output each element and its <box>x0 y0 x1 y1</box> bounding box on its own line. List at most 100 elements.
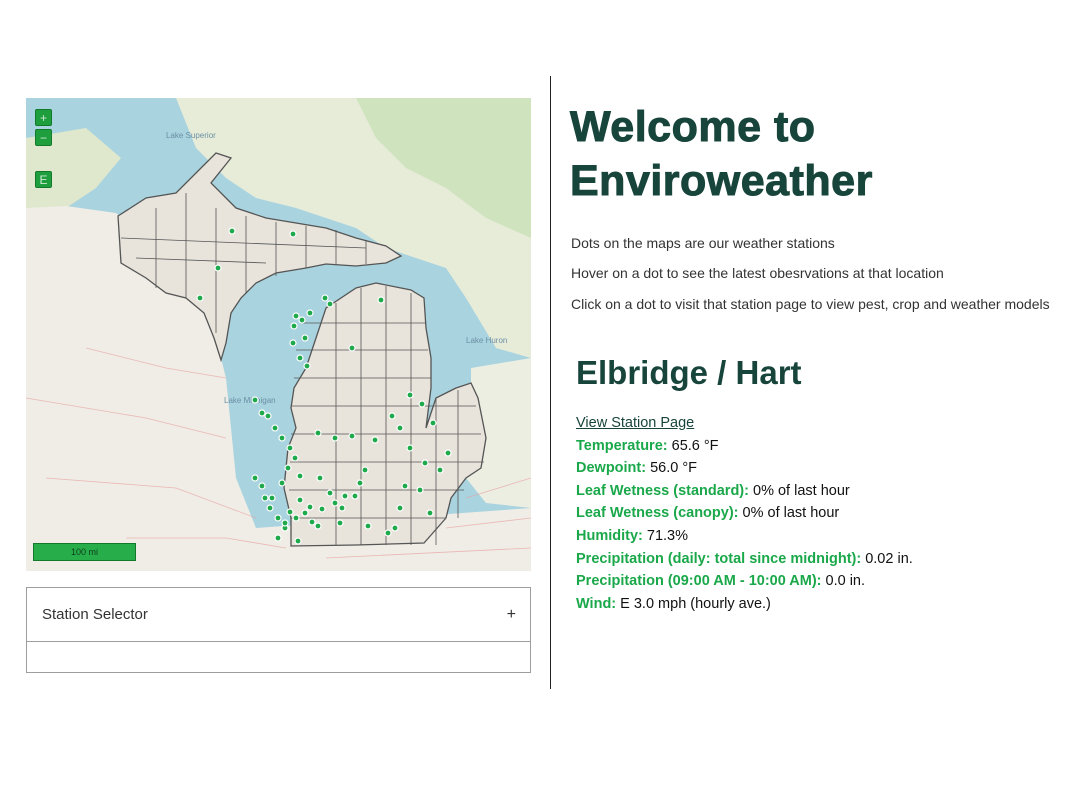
station-dot[interactable] <box>290 322 298 330</box>
station-dot[interactable] <box>228 227 236 235</box>
station-dot[interactable] <box>421 459 429 467</box>
obs-humidity: Humidity: 71.3% <box>576 527 689 544</box>
station-dot[interactable] <box>418 400 426 408</box>
intro-line-3: Click on a dot to visit that station pag… <box>571 296 1050 312</box>
intro-line-1: Dots on the maps are our weather station… <box>571 235 835 251</box>
station-dot[interactable] <box>341 492 349 500</box>
zoom-in-button[interactable]: + <box>35 109 52 126</box>
station-dot[interactable] <box>296 496 304 504</box>
station-dot[interactable] <box>251 474 259 482</box>
station-selector-header[interactable]: Station Selector + <box>27 588 530 642</box>
station-dot[interactable] <box>281 519 289 527</box>
station-dot[interactable] <box>396 424 404 432</box>
station-dot[interactable] <box>292 312 300 320</box>
station-dot[interactable] <box>314 429 322 437</box>
station-dot[interactable] <box>264 412 272 420</box>
station-dot[interactable] <box>292 514 300 522</box>
obs-leaf-wetness-canopy: Leaf Wetness (canopy): 0% of last hour <box>576 505 840 522</box>
station-dot[interactable] <box>303 362 311 370</box>
expand-icon[interactable]: + <box>507 606 516 624</box>
lake-superior-label: Lake Superior <box>166 131 216 140</box>
station-dot[interactable] <box>316 474 324 482</box>
station-selector-panel: Station Selector + <box>26 587 531 673</box>
station-dot[interactable] <box>301 334 309 342</box>
station-dot[interactable] <box>258 482 266 490</box>
station-dot[interactable] <box>336 519 344 527</box>
station-dot[interactable] <box>291 454 299 462</box>
station-dot[interactable] <box>401 482 409 490</box>
intro-line-2: Hover on a dot to see the latest obesrva… <box>571 265 944 281</box>
station-dot[interactable] <box>361 466 369 474</box>
station-dot[interactable] <box>351 492 359 500</box>
station-dot[interactable] <box>306 503 314 511</box>
station-dot[interactable] <box>429 419 437 427</box>
station-dot[interactable] <box>278 434 286 442</box>
station-observations: View Station Page Temperature: 65.6 °F D… <box>576 412 913 615</box>
station-dot[interactable] <box>406 391 414 399</box>
station-dot[interactable] <box>406 444 414 452</box>
station-dot[interactable] <box>444 449 452 457</box>
station-dot[interactable] <box>388 412 396 420</box>
station-dot[interactable] <box>314 522 322 530</box>
station-dot[interactable] <box>261 494 269 502</box>
station-dot[interactable] <box>416 486 424 494</box>
station-dot[interactable] <box>331 434 339 442</box>
station-dot[interactable] <box>266 504 274 512</box>
lake-michigan-label: Lake Michigan <box>224 396 276 405</box>
map-scale-bar: 100 mi <box>33 543 136 561</box>
station-selector-title: Station Selector <box>42 606 148 623</box>
station-dot[interactable] <box>271 424 279 432</box>
station-dot[interactable] <box>294 537 302 545</box>
station-dot[interactable] <box>258 409 266 417</box>
station-dot[interactable] <box>289 339 297 347</box>
station-dot[interactable] <box>371 436 379 444</box>
station-dot[interactable] <box>436 466 444 474</box>
station-dot[interactable] <box>396 504 404 512</box>
station-dot[interactable] <box>301 509 309 517</box>
view-station-page-link[interactable]: View Station Page <box>576 415 694 431</box>
lake-huron-label: Lake Huron <box>466 336 507 345</box>
station-dot[interactable] <box>391 524 399 532</box>
station-dot[interactable] <box>296 354 304 362</box>
station-dot[interactable] <box>384 529 392 537</box>
station-dot[interactable] <box>284 464 292 472</box>
station-dot[interactable] <box>214 264 222 272</box>
station-dot[interactable] <box>377 296 385 304</box>
station-dot[interactable] <box>348 344 356 352</box>
obs-dewpoint: Dewpoint: 56.0 °F <box>576 460 698 477</box>
station-dot[interactable] <box>348 432 356 440</box>
station-dot[interactable] <box>286 508 294 516</box>
station-dot[interactable] <box>278 479 286 487</box>
station-map[interactable]: Lake Superior Lake Michigan Lake Huron +… <box>26 98 531 571</box>
page-title: Welcome to Enviroweather <box>570 103 873 206</box>
station-name-heading: Elbridge / Hart <box>576 354 802 391</box>
station-dot[interactable] <box>298 316 306 324</box>
station-dot[interactable] <box>289 230 297 238</box>
station-dot[interactable] <box>326 489 334 497</box>
obs-precip-daily: Precipitation (daily: total since midnig… <box>576 550 913 567</box>
obs-temperature: Temperature: 65.6 °F <box>576 437 719 454</box>
station-dot[interactable] <box>268 494 276 502</box>
station-dot[interactable] <box>326 300 334 308</box>
station-dot[interactable] <box>296 472 304 480</box>
station-dot[interactable] <box>364 522 372 530</box>
obs-wind: Wind: E 3.0 mph (hourly ave.) <box>576 595 771 612</box>
station-dot[interactable] <box>306 309 314 317</box>
station-dot[interactable] <box>286 444 294 452</box>
station-dot[interactable] <box>308 518 316 526</box>
station-dot[interactable] <box>356 479 364 487</box>
station-dot[interactable] <box>426 509 434 517</box>
station-dot[interactable] <box>338 504 346 512</box>
station-dot[interactable] <box>251 396 259 404</box>
station-dot[interactable] <box>331 499 339 507</box>
zoom-out-button[interactable]: − <box>35 129 52 146</box>
obs-leaf-wetness-standard: Leaf Wetness (standard): 0% of last hour <box>576 482 850 499</box>
map-canvas[interactable]: Lake Superior Lake Michigan Lake Huron <box>26 98 531 571</box>
column-divider <box>550 76 551 689</box>
station-dot[interactable] <box>196 294 204 302</box>
layers-toggle-button[interactable]: E <box>35 171 52 188</box>
station-dot[interactable] <box>274 534 282 542</box>
station-dot[interactable] <box>321 294 329 302</box>
station-dot[interactable] <box>274 514 282 522</box>
station-dot[interactable] <box>318 505 326 513</box>
